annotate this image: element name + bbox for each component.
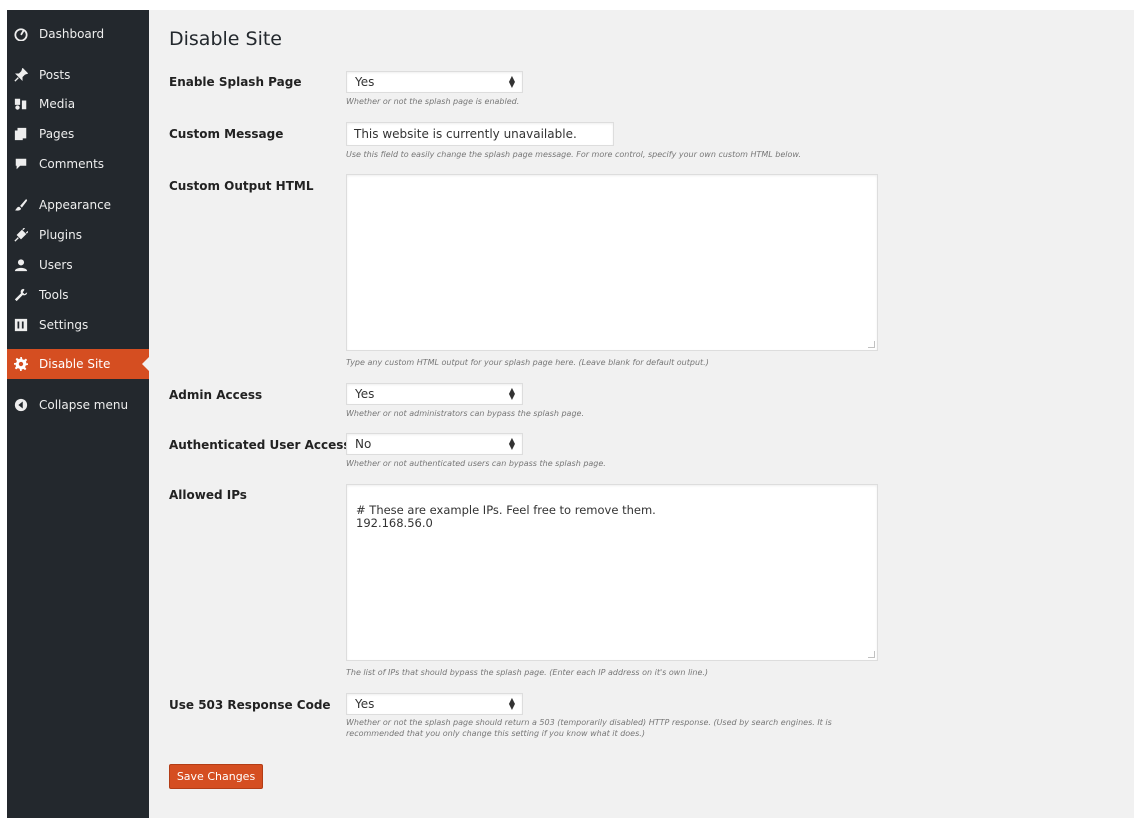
sidebar-item-label: Tools [39, 288, 69, 302]
sidebar-item-plugins[interactable]: Plugins [7, 220, 149, 250]
sidebar-item-settings[interactable]: Settings [7, 310, 149, 340]
dashboard-icon [13, 26, 29, 42]
auth-description: Whether or not authenticated users can b… [346, 459, 606, 468]
custom-message-input[interactable]: This website is currently unavailable. [346, 122, 614, 146]
code503-description-line2: recommended that you only change this se… [346, 729, 645, 738]
sidebar-item-comments[interactable]: Comments [7, 149, 149, 179]
admin-select-value: Yes [355, 387, 375, 401]
pages-icon [13, 126, 29, 142]
code503-select-value: Yes [355, 697, 375, 711]
plug-icon [13, 227, 29, 243]
admin-label: Admin Access [169, 388, 263, 402]
sidebar-item-label: Comments [39, 157, 105, 171]
brush-icon [13, 197, 29, 213]
code503-label: Use 503 Response Code [169, 698, 331, 712]
sidebar-item-label: Users [39, 258, 73, 272]
code503-select[interactable]: Yes ▲ ▼ [346, 693, 523, 715]
select-arrows-icon: ▲ ▼ [508, 696, 515, 711]
main-content: Disable Site Enable Splash Page Yes ▲ ▼ W… [149, 10, 1134, 818]
save-changes-button[interactable]: Save Changes [169, 764, 263, 789]
sidebar-item-dashboard[interactable]: Dashboard [7, 19, 149, 49]
sidebar-item-label: Dashboard [39, 27, 105, 41]
admin-access-select[interactable]: Yes ▲ ▼ [346, 383, 523, 405]
sidebar-item-label: Pages [39, 127, 75, 141]
gear-icon [13, 356, 29, 372]
sidebar-item-label: Settings [39, 318, 89, 332]
admin-sidebar: Dashboard Posts Media Pages Comments App… [7, 10, 149, 818]
html-label: Custom Output HTML [169, 179, 314, 193]
sidebar-item-label: Media [39, 97, 76, 111]
resize-handle-icon[interactable] [868, 341, 875, 348]
code503-description-line1: Whether or not the splash page should re… [346, 718, 832, 727]
sidebar-item-appearance[interactable]: Appearance [7, 190, 149, 220]
splash-description: Whether or not the splash page is enable… [346, 97, 520, 106]
select-arrows-icon: ▲ ▼ [508, 74, 515, 89]
comment-icon [13, 156, 29, 172]
html-description: Type any custom HTML output for your spl… [346, 358, 709, 367]
splash-select-value: Yes [355, 75, 375, 89]
auth-access-select[interactable]: No ▲ ▼ [346, 433, 523, 455]
allowed-ips-textarea[interactable]: # These are example IPs. Feel free to re… [346, 484, 878, 661]
media-icon [13, 96, 29, 112]
splash-label: Enable Splash Page [169, 75, 302, 89]
sidebar-item-pages[interactable]: Pages [7, 119, 149, 149]
ips-description: The list of IPs that should bypass the s… [346, 668, 709, 677]
sidebar-item-collapse-menu[interactable]: Collapse menu [7, 390, 149, 420]
sidebar-item-tools[interactable]: Tools [7, 280, 149, 310]
admin-description: Whether or not administrators can bypass… [346, 409, 584, 418]
message-label: Custom Message [169, 127, 284, 141]
allowed-ips-value: # These are example IPs. Feel free to re… [356, 503, 656, 530]
splash-select[interactable]: Yes ▲ ▼ [346, 71, 523, 93]
collapse-icon [13, 397, 29, 413]
auth-label: Authenticated User Access [169, 438, 351, 452]
ips-label: Allowed IPs [169, 488, 247, 502]
sidebar-item-media[interactable]: Media [7, 89, 149, 119]
resize-handle-icon[interactable] [868, 651, 875, 658]
page-title: Disable Site [169, 28, 282, 50]
sidebar-item-disable-site[interactable]: Disable Site [7, 349, 149, 379]
sidebar-item-label: Appearance [39, 198, 112, 212]
message-description: Use this field to easily change the spla… [346, 150, 801, 159]
sidebar-item-users[interactable]: Users [7, 250, 149, 280]
wrench-icon [13, 287, 29, 303]
settings-icon [13, 317, 29, 333]
sidebar-item-label: Plugins [39, 228, 82, 242]
sidebar-item-posts[interactable]: Posts [7, 60, 149, 90]
sidebar-item-label: Disable Site [39, 357, 111, 371]
sidebar-item-label: Posts [39, 68, 71, 82]
user-icon [13, 257, 29, 273]
sidebar-item-label: Collapse menu [39, 398, 129, 412]
select-arrows-icon: ▲ ▼ [508, 436, 515, 451]
custom-html-textarea[interactable] [346, 174, 878, 351]
select-arrows-icon: ▲ ▼ [508, 386, 515, 401]
pin-icon [13, 67, 29, 83]
auth-select-value: No [355, 437, 372, 451]
